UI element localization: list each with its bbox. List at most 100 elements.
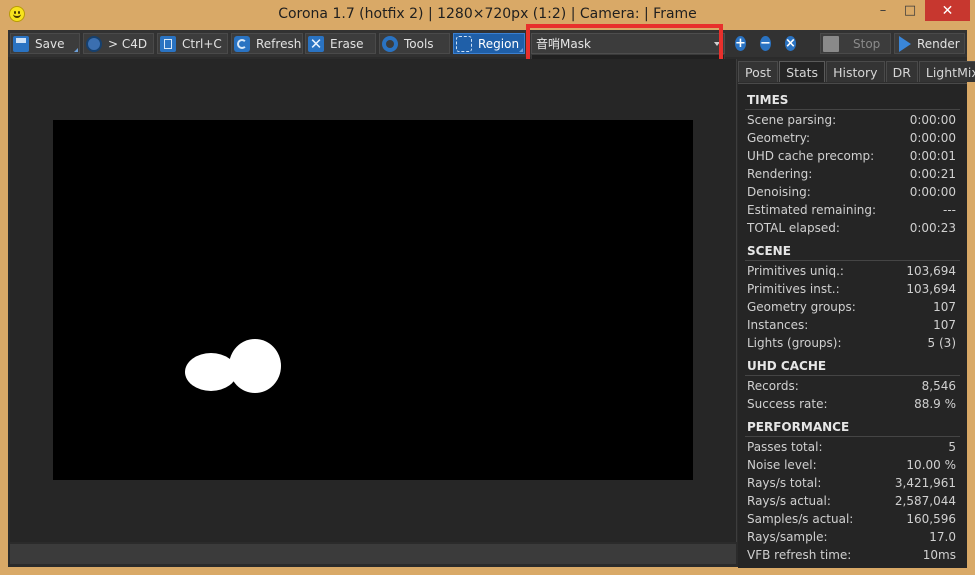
tab-stats[interactable]: Stats (779, 61, 826, 82)
stat-row: Records: 8,546 (747, 379, 956, 397)
stat-label: Records: (747, 379, 799, 393)
stat-label: Primitives inst.: (747, 282, 840, 296)
floppy-disk-icon (13, 35, 29, 52)
divider (745, 260, 960, 261)
refresh-label: Refresh (256, 36, 302, 51)
stat-value: 5 (948, 440, 956, 454)
region-label: Region (478, 36, 520, 51)
render-canvas[interactable] (53, 120, 693, 480)
stat-value: 0:00:23 (909, 221, 956, 235)
copy-icon (160, 35, 176, 52)
maximize-button[interactable]: □ (896, 0, 924, 21)
tools-label: Tools (404, 36, 434, 51)
section-title-uhd-cache: UHD CACHE (747, 359, 827, 373)
stat-label: Rays/s total: (747, 476, 822, 490)
stat-label: UHD cache precomp: (747, 149, 875, 163)
stat-value: 107 (933, 300, 956, 314)
stat-row: UHD cache precomp: 0:00:01 (747, 149, 956, 167)
c4d-logo-icon (86, 35, 102, 52)
send-to-c4d-button[interactable]: > C4D (83, 33, 154, 54)
render-viewport[interactable] (10, 59, 737, 542)
stat-label: Primitives uniq.: (747, 264, 844, 278)
status-bar (10, 544, 736, 564)
erase-button[interactable]: ✕ Erase (305, 33, 376, 54)
stat-value: 88.9 % (914, 397, 956, 411)
stat-label: Geometry groups: (747, 300, 856, 314)
copy-button[interactable]: Ctrl+C (157, 33, 228, 54)
stats-panel: Post Stats History DR LightMix TIMES Sce… (738, 59, 975, 568)
save-button[interactable]: Save (10, 33, 80, 54)
stat-row: Instances: 107 (747, 318, 956, 336)
tab-post[interactable]: Post (738, 61, 779, 82)
stat-row: Rays/s actual: 2,587,044 (747, 494, 956, 512)
region-button[interactable]: Region (453, 33, 525, 54)
stat-value: 0:00:00 (909, 185, 956, 199)
play-icon (899, 35, 911, 52)
stat-row: Lights (groups): 5 (3) (747, 336, 956, 354)
region-select-icon (456, 35, 472, 52)
stat-value: 103,694 (906, 282, 956, 296)
stat-value: 0:00:01 (909, 149, 956, 163)
stat-row: Geometry: 0:00:00 (747, 131, 956, 149)
refresh-icon (234, 35, 250, 52)
stat-row: Primitives uniq.: 103,694 (747, 264, 956, 282)
render-button[interactable]: Render (894, 33, 965, 54)
title-bar: Corona 1.7 (hotfix 2) | 1280×720px (1:2)… (0, 0, 975, 30)
stat-label: Rays/s actual: (747, 494, 831, 508)
zoom-in-button[interactable]: + (730, 33, 751, 54)
stat-row: Rendering: 0:00:21 (747, 167, 956, 185)
stat-row: Denoising: 0:00:00 (747, 185, 956, 203)
zoom-fit-icon: × (785, 36, 796, 51)
tab-dr[interactable]: DR (885, 61, 918, 82)
stat-value: 10ms (922, 548, 956, 562)
refresh-button[interactable]: Refresh (231, 33, 303, 54)
tab-lightmix[interactable]: LightMix (918, 61, 975, 82)
gear-icon (382, 35, 398, 52)
stat-row: Estimated remaining: --- (747, 203, 956, 221)
stat-label: Estimated remaining: (747, 203, 877, 217)
mask-blob-right (229, 339, 281, 393)
divider (745, 375, 960, 376)
section-title-performance: PERFORMANCE (747, 420, 850, 434)
window-title: Corona 1.7 (hotfix 2) | 1280×720px (1:2)… (278, 6, 697, 22)
zoom-out-button[interactable]: − (755, 33, 776, 54)
stat-row: VFB refresh time: 10ms (747, 548, 956, 566)
stat-label: Success rate: (747, 397, 828, 411)
stat-label: VFB refresh time: (747, 548, 852, 562)
render-label: Render (917, 36, 960, 51)
stat-value: 2,587,044 (894, 494, 956, 508)
stat-value: 17.0 (929, 530, 956, 544)
stat-label: Passes total: (747, 440, 823, 454)
stop-square-icon (823, 35, 839, 52)
stat-row: Scene parsing: 0:00:00 (747, 113, 956, 131)
stat-label: Lights (groups): (747, 336, 842, 350)
divider (745, 109, 960, 110)
stat-label: Rays/sample: (747, 530, 828, 544)
zoom-fit-button[interactable]: × (780, 33, 801, 54)
dropdown-corner-icon (74, 48, 78, 52)
stat-row: Rays/sample: 17.0 (747, 530, 956, 548)
stat-label: Scene parsing: (747, 113, 837, 127)
stat-value: 107 (933, 318, 956, 332)
toolbar: Save > C4D Ctrl+C Refresh ✕ Erase Tools … (8, 24, 967, 79)
panel-tabs: Post Stats History DR LightMix (738, 61, 975, 83)
stat-row: Noise level: 10.00 % (747, 458, 956, 476)
stat-row: Passes total: 5 (747, 440, 956, 458)
stat-label: Samples/s actual: (747, 512, 854, 526)
tab-history[interactable]: History (826, 61, 885, 82)
stat-value: --- (943, 203, 956, 217)
stat-row: Rays/s total: 3,421,961 (747, 476, 956, 494)
stat-row: Samples/s actual: 160,596 (747, 512, 956, 530)
stop-button[interactable]: Stop (820, 33, 891, 54)
zoom-out-icon: − (760, 36, 771, 51)
stat-value: 5 (3) (927, 336, 956, 350)
close-button[interactable]: ✕ (925, 0, 970, 21)
tools-button[interactable]: Tools (379, 33, 450, 54)
stat-row: Success rate: 88.9 % (747, 397, 956, 415)
stop-label: Stop (853, 36, 881, 51)
minimize-button[interactable]: – (870, 0, 896, 21)
stat-label: Denoising: (747, 185, 811, 199)
stat-value: 10.00 % (906, 458, 956, 472)
stat-label: Noise level: (747, 458, 817, 472)
send-to-c4d-label: > C4D (108, 36, 148, 51)
